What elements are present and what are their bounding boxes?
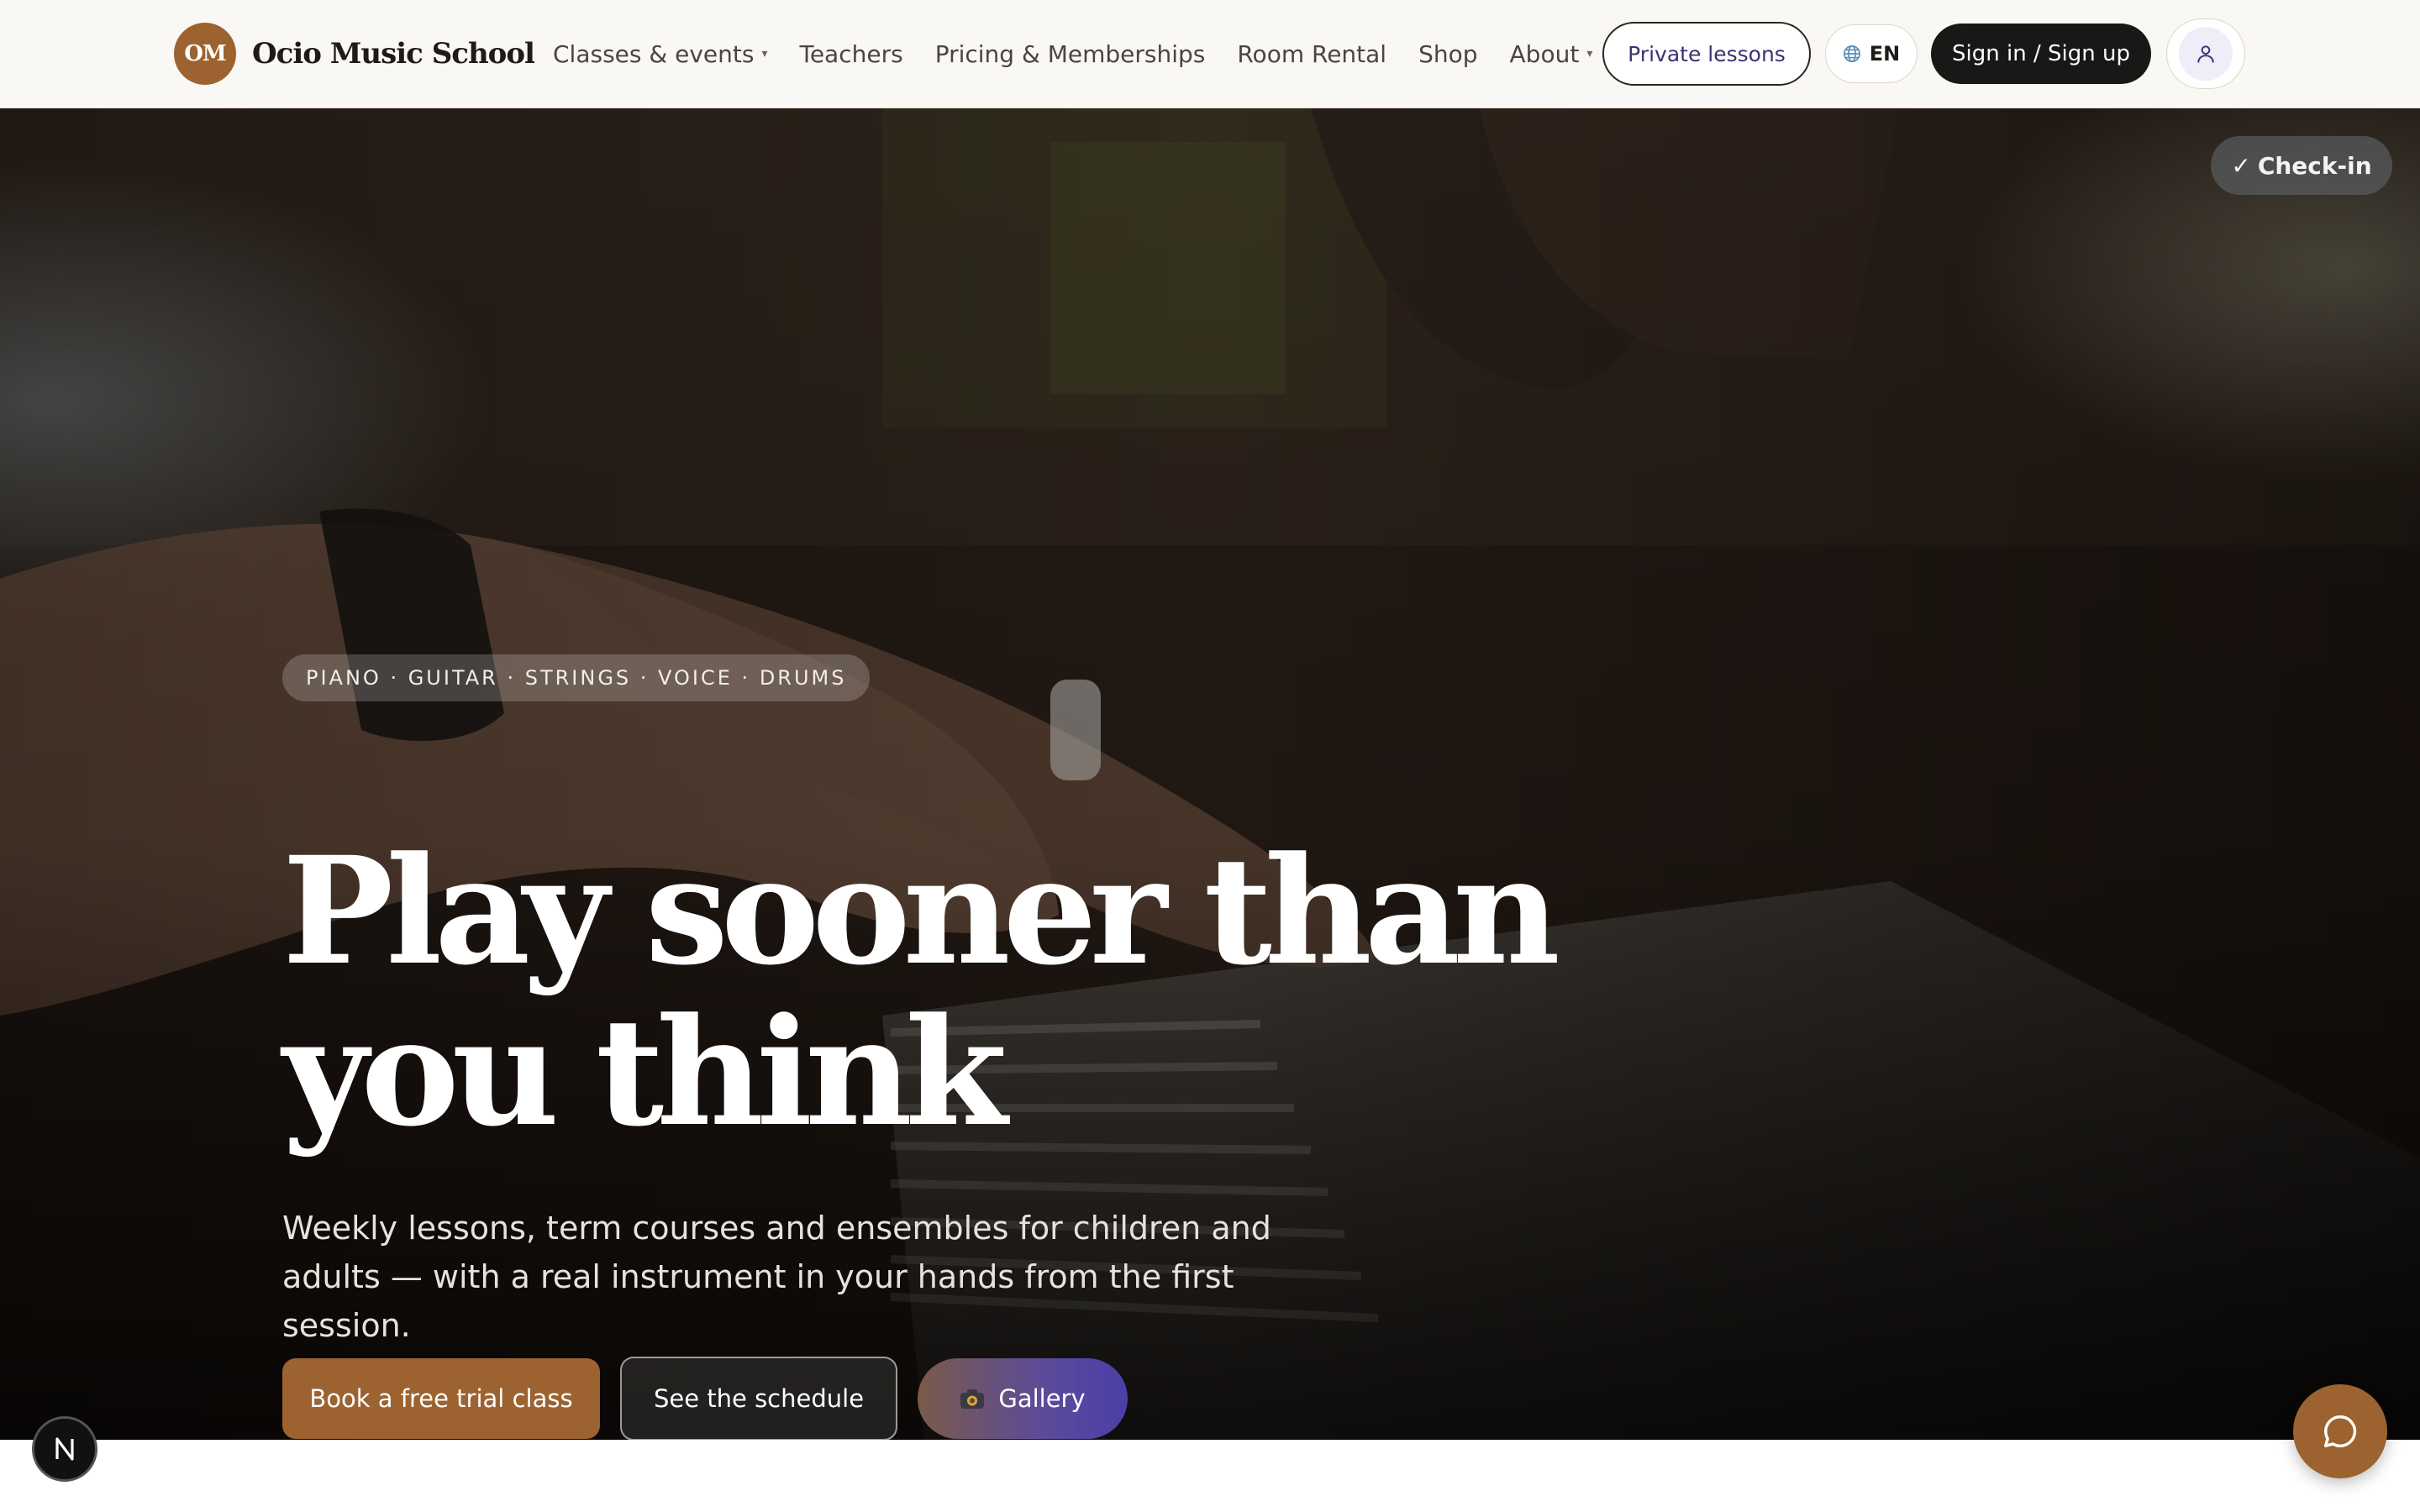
- nav-item-label: Room Rental: [1237, 39, 1387, 68]
- n-badge[interactable]: [32, 1416, 97, 1482]
- nav-links: Classes & events ▾ Teachers Pricing & Me…: [553, 30, 1624, 77]
- avatar: [2179, 27, 2233, 81]
- hero-section: ✓ Check-in PIANO · GUITAR · STRINGS · VO…: [0, 108, 2420, 1440]
- chat-bubble-icon: [2324, 1415, 2357, 1447]
- top-navigation: OM Ocio Music School Classes & events ▾ …: [0, 0, 2420, 108]
- gallery-label: Gallery: [998, 1384, 1086, 1413]
- gallery-button[interactable]: Gallery: [918, 1358, 1128, 1439]
- logo-badge[interactable]: OM: [174, 23, 236, 85]
- globe-icon: [1843, 45, 1860, 62]
- nav-item-teachers[interactable]: Teachers: [799, 40, 902, 68]
- nav-item-pricing[interactable]: Pricing & Memberships: [935, 40, 1206, 68]
- language-label: EN: [1869, 42, 1901, 66]
- nav-item-classes-events[interactable]: Classes & events ▾: [553, 40, 767, 68]
- chevron-down-icon: ▾: [1586, 47, 1593, 60]
- nav-item-label: Teachers: [799, 39, 903, 68]
- check-in-button[interactable]: ✓ Check-in: [2211, 136, 2392, 195]
- see-schedule-button[interactable]: See the schedule: [620, 1357, 897, 1440]
- nav-item-shop[interactable]: Shop: [1418, 40, 1477, 68]
- nav-item-room-rental[interactable]: Room Rental: [1237, 40, 1386, 68]
- nav-item-label: Pricing & Memberships: [934, 39, 1206, 68]
- instrument-tag: PIANO · GUITAR · STRINGS · VOICE · DRUMS: [282, 654, 871, 701]
- hero-headline: Play sooner than you think: [282, 824, 1560, 1159]
- brand-name[interactable]: Ocio Music School: [252, 30, 535, 77]
- check-in-label: Check-in: [2257, 151, 2372, 180]
- book-trial-button[interactable]: Book a free trial class: [282, 1358, 600, 1439]
- chat-button[interactable]: [2293, 1384, 2387, 1478]
- user-account-button[interactable]: [2166, 18, 2245, 89]
- check-icon: ✓: [2231, 151, 2251, 180]
- n-logo-icon: [55, 1437, 74, 1461]
- nav-item-label: About: [1509, 39, 1580, 68]
- nav-item-label: Classes & events: [553, 39, 755, 68]
- chevron-down-icon: ▾: [761, 47, 768, 60]
- camera-icon: [960, 1389, 985, 1409]
- sign-in-button[interactable]: Sign in / Sign up: [1931, 24, 2151, 84]
- private-lessons-button[interactable]: Private lessons: [1602, 22, 1811, 86]
- hero-subtext: Weekly lessons, term courses and ensembl…: [282, 1210, 1271, 1344]
- language-selector[interactable]: EN: [1825, 24, 1918, 83]
- user-icon: [2197, 45, 2214, 63]
- nav-item-about[interactable]: About ▾: [1510, 40, 1593, 68]
- nav-item-label: Shop: [1418, 39, 1478, 68]
